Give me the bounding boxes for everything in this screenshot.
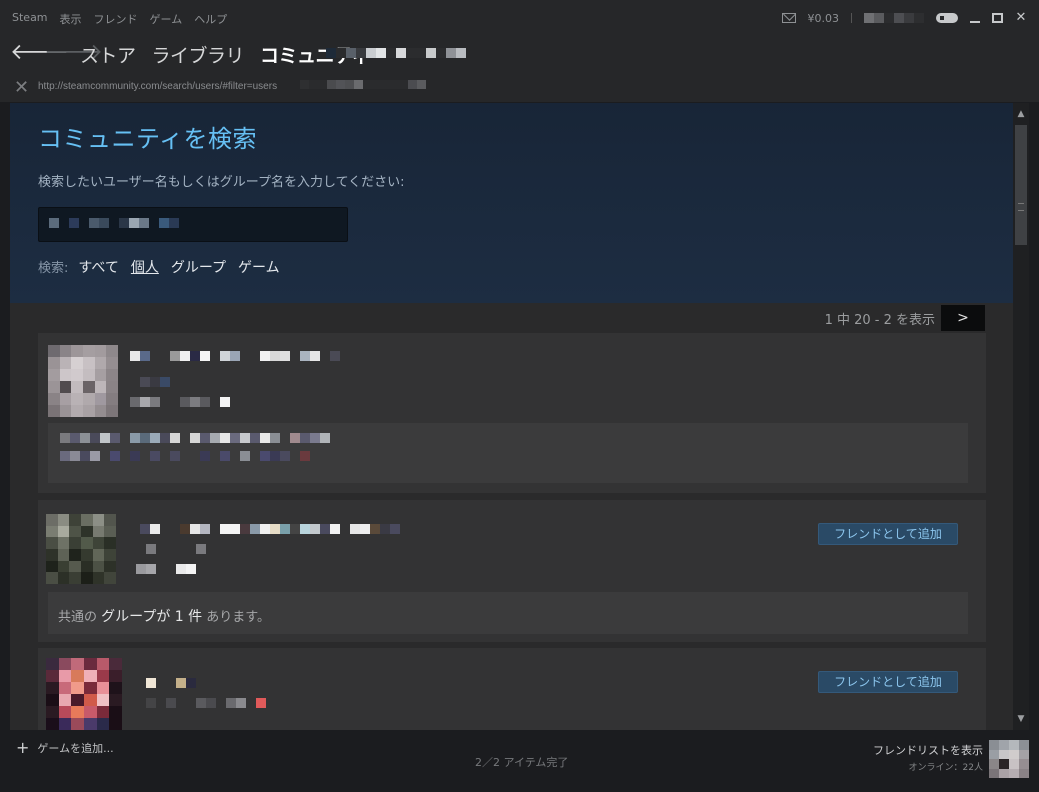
filter-games[interactable]: ゲーム [238,257,280,277]
pagination: 1 中 20 - 2 を表示 > [825,305,985,331]
download-status[interactable]: 2／2 アイテム完了 [475,754,568,770]
divider [851,13,852,23]
navigation-bar: 🡐 🡒 ストア ライブラリ コミュニティ [0,36,1039,74]
bottom-bar: + ゲームを追加... 2／2 アイテム完了 フレンドリストを表示 オンライン：… [0,730,1039,792]
menu-help[interactable]: ヘルプ [194,11,227,27]
friends-list-button[interactable]: フレンドリストを表示 オンライン：22人 [873,742,983,773]
avatar[interactable] [46,514,116,584]
search-result-card: フレンドとして追加 共通の グループが 1 件 あります。 [38,500,986,642]
user-avatar[interactable] [989,740,1029,778]
search-value-redacted [49,218,179,228]
maximize-button[interactable] [992,13,1003,23]
persona-name-redacted[interactable] [146,678,206,688]
minimize-button[interactable] [970,14,980,23]
summary-line-redacted [60,433,330,443]
search-header: コミュニティを検索 検索したいユーザー名もしくはグループ名を入力してください: … [10,103,1013,303]
filter-all[interactable]: すべて [78,257,118,277]
common-suffix: あります。 [206,610,270,625]
grip-icon [1018,203,1024,211]
friends-list-label: フレンドリストを表示 [873,744,983,757]
account-name-redacted[interactable] [864,13,924,23]
friends-online-count: オンライン：22人 [908,763,983,773]
close-icon[interactable]: ✕ [14,77,29,98]
nav-tab-library[interactable]: ライブラリ [152,41,245,68]
real-name-redacted [130,377,180,387]
avatar[interactable] [46,658,122,730]
location-redacted [146,698,266,708]
search-result-card [38,333,986,493]
profile-summary-box [48,423,968,483]
menu-bar: Steam 表示 フレンド ゲーム ヘルプ [12,11,227,27]
url-bar: ✕ http://steamcommunity.com/search/users… [0,74,1039,102]
add-game-label: ゲームを追加... [37,742,114,755]
real-name-redacted [146,544,206,554]
search-input[interactable] [38,207,348,242]
page-title: コミュニティを検索 [38,125,258,153]
scrollbar[interactable]: ▲ ▼ [1013,103,1029,730]
persona-name-redacted[interactable] [130,524,400,534]
add-friend-button[interactable]: フレンドとして追加 [818,671,958,693]
username-redacted[interactable] [326,48,466,58]
menu-friends[interactable]: フレンド [94,11,138,27]
add-friend-button[interactable]: フレンドとして追加 [818,523,958,545]
scroll-down-icon[interactable]: ▼ [1015,712,1027,726]
url-text[interactable]: http://steamcommunity.com/search/users/#… [38,81,277,92]
search-description: 検索したいユーザー名もしくはグループ名を入力してください: [38,175,405,190]
persona-name-redacted[interactable] [130,351,340,361]
scroll-thumb[interactable] [1015,125,1027,245]
page-content: コミュニティを検索 検索したいユーザー名もしくはグループ名を入力してください: … [10,103,1013,730]
nav-tab-store[interactable]: ストア [80,41,136,68]
search-filter-bar: 検索: すべて 個人 グループ ゲーム [38,257,280,277]
summary-line-redacted [60,451,310,461]
search-result-card: フレンドとして追加 [38,648,986,730]
filter-label: 検索: [38,261,69,276]
wallet-balance[interactable]: ¥0.03 [808,12,840,25]
avatar[interactable] [48,345,118,417]
envelope-icon[interactable] [781,13,796,23]
gamepad-icon[interactable] [936,11,958,25]
menu-games[interactable]: ゲーム [150,11,183,27]
common-groups-text: 共通の グループが 1 件 あります。 [58,606,270,626]
location-redacted [130,397,230,407]
title-bar: Steam 表示 フレンド ゲーム ヘルプ ¥0.03 ✕ [0,0,1039,36]
scroll-up-icon[interactable]: ▲ [1015,107,1027,121]
filter-users[interactable]: 個人 [131,257,159,277]
filter-groups[interactable]: グループ [171,257,226,277]
plus-icon: + [16,738,30,757]
common-group-count[interactable]: グループが 1 件 [101,609,202,625]
close-window-button[interactable]: ✕ [1015,11,1027,24]
menu-view[interactable]: 表示 [60,11,82,27]
paging-info: 1 中 20 - 2 を表示 [824,312,935,328]
url-redacted [300,80,426,89]
add-game-button[interactable]: + ゲームを追加... [16,740,114,756]
next-page-button[interactable]: > [941,305,985,331]
common-groups-box: 共通の グループが 1 件 あります。 [48,592,968,634]
location-redacted [136,564,196,574]
menu-steam[interactable]: Steam [12,11,48,27]
common-prefix: 共通の [58,610,98,625]
